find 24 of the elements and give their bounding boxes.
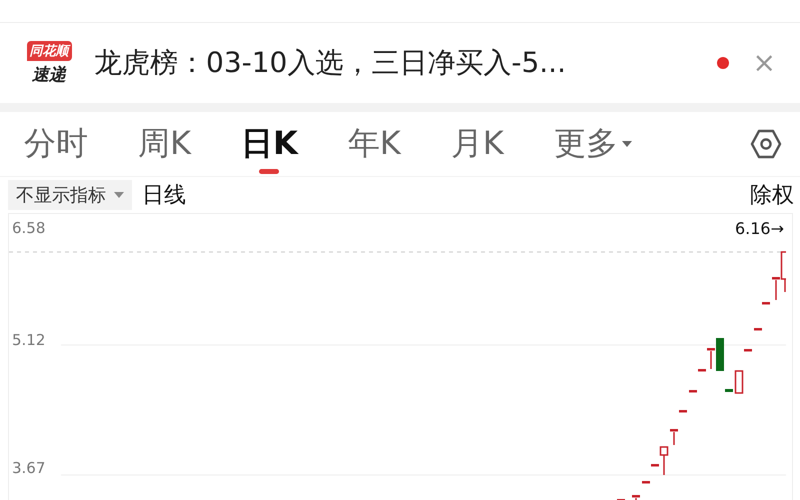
app-logo: 同花顺 速递: [22, 35, 76, 91]
candle: [689, 390, 697, 392]
candle: [642, 481, 650, 484]
candle: [754, 328, 762, 330]
settings-icon[interactable]: [750, 128, 782, 160]
candle: [670, 429, 678, 445]
candle: [679, 410, 687, 412]
adjust-toggle[interactable]: 除权: [750, 180, 794, 210]
candle: [762, 302, 770, 304]
period-tab[interactable]: 周K: [126, 114, 203, 174]
notification-title[interactable]: 龙虎榜：03-10入选，三日净买入-5...: [94, 44, 717, 82]
period-tab[interactable]: 月K: [438, 114, 516, 174]
last-price-label: 6.16→: [734, 219, 784, 238]
candle: [744, 349, 752, 352]
period-tab[interactable]: 更多: [542, 114, 644, 174]
chart-type-label: 日线: [142, 182, 186, 210]
period-tab[interactable]: 日K: [228, 114, 310, 174]
indicator-dropdown[interactable]: 不显示指标: [8, 180, 132, 210]
period-tab[interactable]: 分时: [12, 114, 100, 174]
period-tab[interactable]: 年K: [336, 114, 413, 174]
caret-icon: [114, 192, 124, 198]
candle: [734, 370, 744, 394]
candle: [632, 495, 640, 500]
candle: [725, 389, 733, 392]
